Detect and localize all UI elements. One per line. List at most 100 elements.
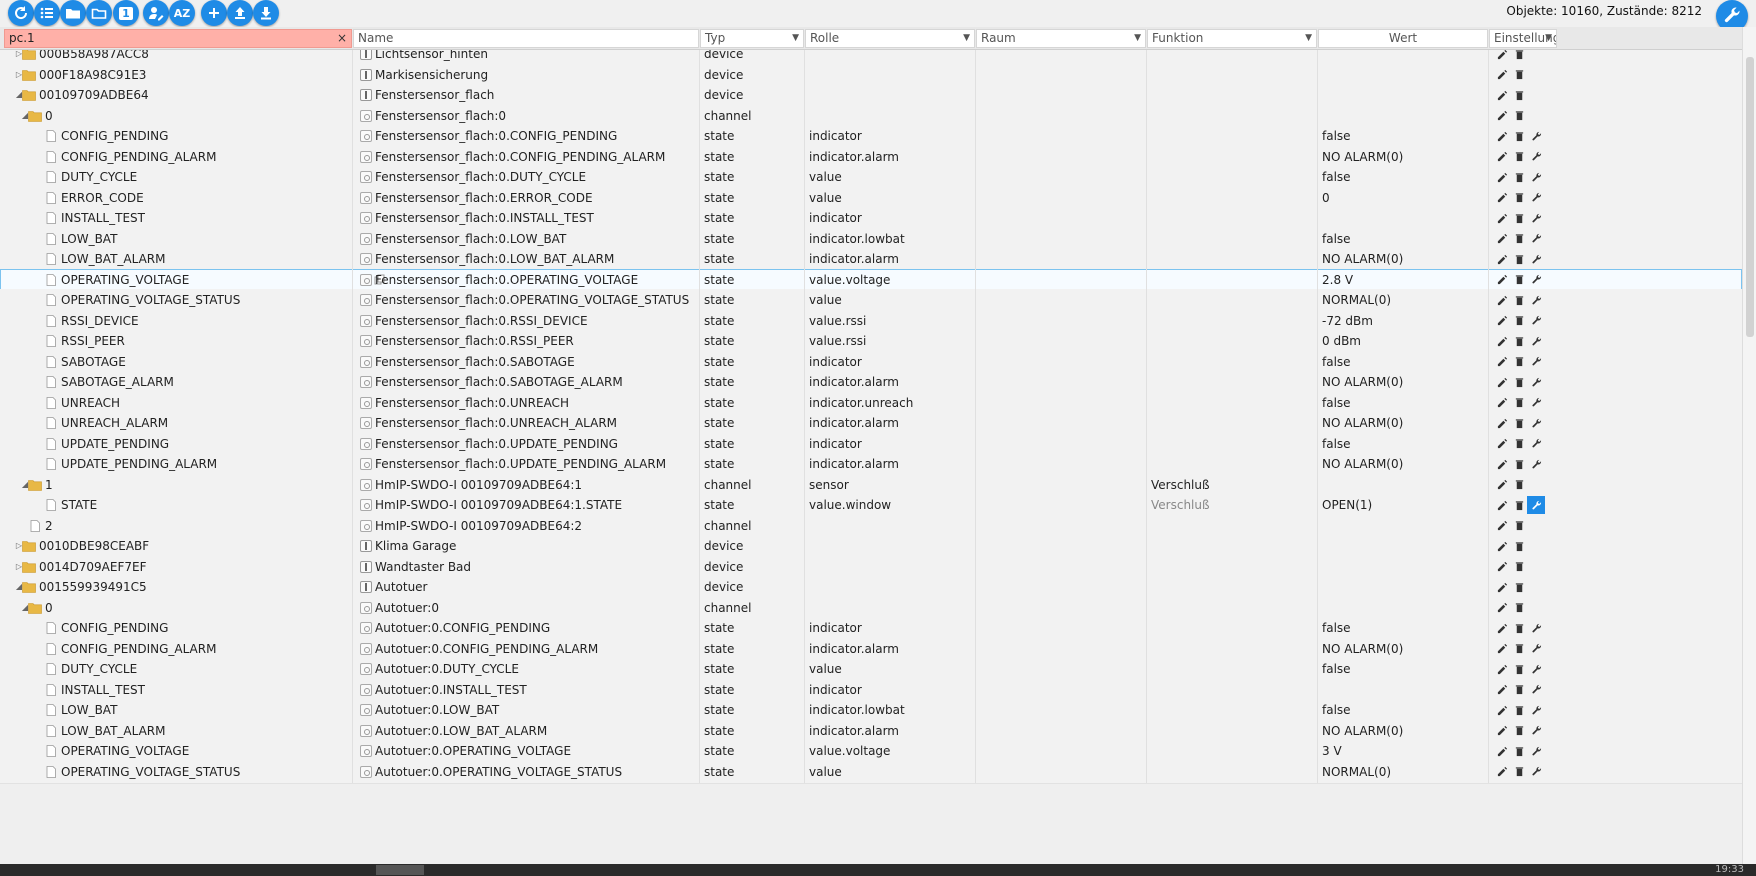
edit-pencil-icon[interactable] [1495,170,1509,184]
delete-trash-icon[interactable] [1512,498,1526,512]
custom-settings-wrench-icon[interactable] [1529,273,1543,287]
role-column-filter[interactable]: Rolle ▼ [805,29,975,48]
delete-trash-icon[interactable] [1512,765,1526,779]
value-column-header[interactable]: Wert [1318,29,1488,48]
delete-trash-icon[interactable] [1512,416,1526,430]
edit-pencil-icon[interactable] [1495,375,1509,389]
edit-pencil-icon[interactable] [1495,355,1509,369]
custom-settings-wrench-icon[interactable] [1529,703,1543,717]
edit-pencil-icon[interactable] [1495,703,1509,717]
delete-trash-icon[interactable] [1512,724,1526,738]
delete-trash-icon[interactable] [1512,396,1526,410]
delete-trash-icon[interactable] [1512,457,1526,471]
delete-trash-icon[interactable] [1512,273,1526,287]
edit-pencil-icon[interactable] [1495,601,1509,615]
custom-settings-wrench-icon[interactable] [1529,211,1543,225]
edit-pencil-icon[interactable] [1495,273,1509,287]
delete-trash-icon[interactable] [1512,334,1526,348]
vertical-scroll-thumb[interactable] [1746,57,1754,337]
delete-trash-icon[interactable] [1512,170,1526,184]
edit-pencil-icon[interactable] [1495,724,1509,738]
delete-trash-icon[interactable] [1512,703,1526,717]
refresh-button[interactable] [8,0,34,26]
custom-settings-wrench-icon[interactable] [1529,355,1543,369]
edit-pencil-icon[interactable] [1495,642,1509,656]
custom-settings-wrench-icon[interactable] [1529,252,1543,266]
delete-trash-icon[interactable] [1512,314,1526,328]
edit-pencil-icon[interactable] [1495,765,1509,779]
custom-settings-wrench-icon[interactable] [1529,334,1543,348]
custom-settings-wrench-icon[interactable] [1529,191,1543,205]
delete-trash-icon[interactable] [1512,744,1526,758]
delete-trash-icon[interactable] [1512,109,1526,123]
vertical-scrollbar[interactable] [1742,27,1756,864]
id-filter-input[interactable]: pc.1 × [4,29,352,48]
folder-outline-button[interactable] [86,0,112,26]
delete-trash-icon[interactable] [1512,88,1526,102]
edit-pencil-icon[interactable] [1495,457,1509,471]
custom-settings-wrench-icon[interactable] [1529,416,1543,430]
edit-pencil-icon[interactable] [1495,191,1509,205]
type-column-filter[interactable]: Typ ▼ [700,29,804,48]
delete-trash-icon[interactable] [1512,621,1526,635]
custom-settings-wrench-icon[interactable] [1527,496,1545,514]
delete-trash-icon[interactable] [1512,355,1526,369]
delete-trash-icon[interactable] [1512,191,1526,205]
user-edit-button[interactable] [143,0,169,26]
edit-pencil-icon[interactable] [1495,580,1509,594]
delete-trash-icon[interactable] [1512,211,1526,225]
delete-trash-icon[interactable] [1512,662,1526,676]
delete-trash-icon[interactable] [1512,539,1526,553]
delete-trash-icon[interactable] [1512,478,1526,492]
edit-pencil-icon[interactable] [1495,498,1509,512]
delete-trash-icon[interactable] [1512,437,1526,451]
edit-pencil-icon[interactable] [1495,211,1509,225]
delete-trash-icon[interactable] [1512,601,1526,615]
edit-pencil-icon[interactable] [1495,150,1509,164]
edit-pencil-icon[interactable] [1495,129,1509,143]
delete-trash-icon[interactable] [1512,642,1526,656]
delete-trash-icon[interactable] [1512,129,1526,143]
edit-pencil-icon[interactable] [1495,519,1509,533]
edit-pencil-icon[interactable] [1495,560,1509,574]
edit-pencil-icon[interactable] [1495,416,1509,430]
edit-pencil-icon[interactable] [1495,662,1509,676]
edit-pencil-icon[interactable] [1495,68,1509,82]
custom-settings-wrench-icon[interactable] [1529,724,1543,738]
custom-settings-wrench-icon[interactable] [1529,232,1543,246]
custom-settings-wrench-icon[interactable] [1529,150,1543,164]
delete-trash-icon[interactable] [1512,580,1526,594]
edit-pencil-icon[interactable] [1495,744,1509,758]
custom-settings-wrench-icon[interactable] [1529,314,1543,328]
delete-trash-icon[interactable] [1512,560,1526,574]
delete-trash-icon[interactable] [1512,375,1526,389]
edit-pencil-icon[interactable] [1495,50,1509,61]
edit-pencil-icon[interactable] [1495,88,1509,102]
edit-pencil-icon[interactable] [1495,232,1509,246]
delete-trash-icon[interactable] [1512,683,1526,697]
function-column-filter[interactable]: Funktion ▼ [1147,29,1317,48]
custom-settings-wrench-icon[interactable] [1529,457,1543,471]
custom-settings-wrench-icon[interactable] [1529,170,1543,184]
edit-pencil-icon[interactable] [1495,437,1509,451]
edit-pencil-icon[interactable] [1495,478,1509,492]
delete-trash-icon[interactable] [1512,232,1526,246]
edit-pencil-icon[interactable] [1495,539,1509,553]
custom-settings-wrench-icon[interactable] [1529,437,1543,451]
custom-settings-wrench-icon[interactable] [1529,744,1543,758]
edit-pencil-icon[interactable] [1495,109,1509,123]
edit-pencil-icon[interactable] [1495,293,1509,307]
custom-settings-wrench-icon[interactable] [1529,375,1543,389]
custom-settings-wrench-icon[interactable] [1529,396,1543,410]
custom-settings-wrench-icon[interactable] [1529,765,1543,779]
horizontal-scroll-thumb[interactable] [376,865,424,875]
room-column-filter[interactable]: Raum ▼ [976,29,1146,48]
folder-button[interactable] [60,0,86,26]
number-one-button[interactable]: 1 [113,0,139,26]
list-button[interactable] [34,0,60,26]
sort-az-button[interactable]: AZ [169,0,195,26]
delete-trash-icon[interactable] [1512,252,1526,266]
table-row[interactable]: OPERATING_VOLTAGE_STATUS Autotuer:0.OPERA… [0,760,1742,784]
delete-trash-icon[interactable] [1512,293,1526,307]
name-column-header[interactable]: Name [353,29,699,48]
